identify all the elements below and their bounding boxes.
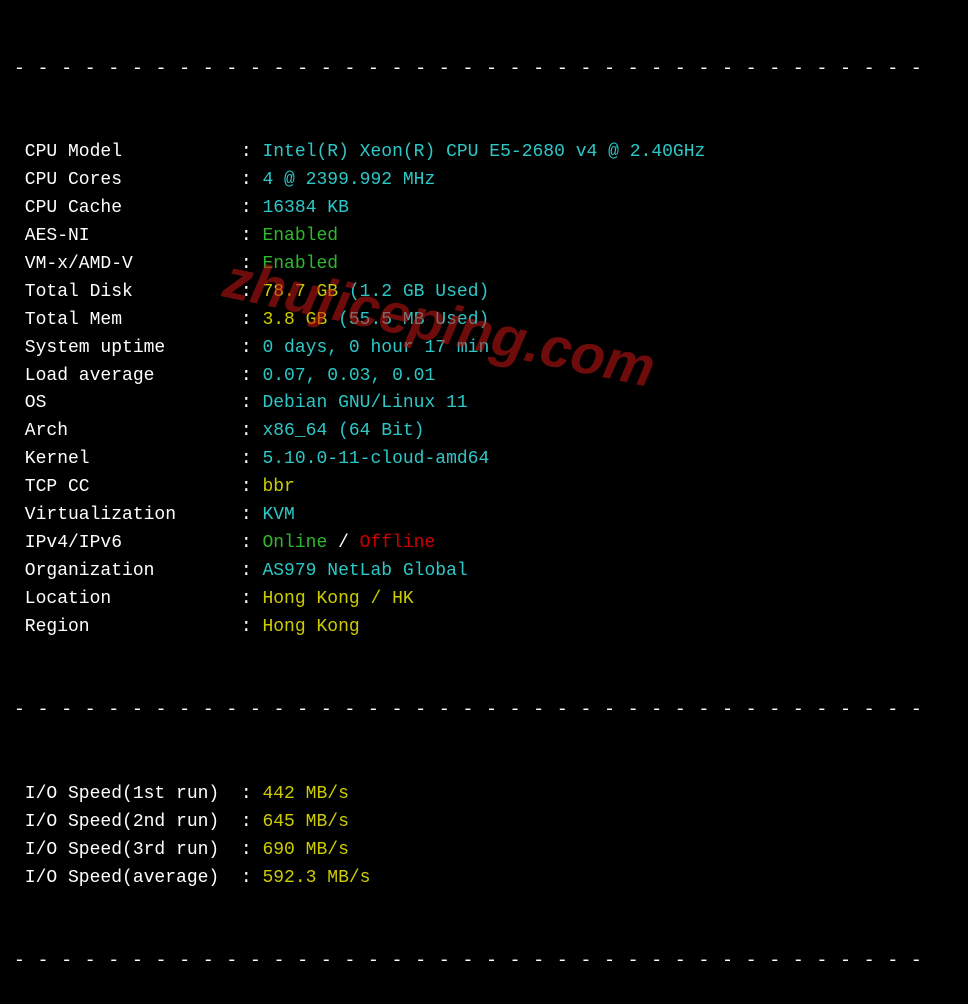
info-row: CPU Model : Intel(R) Xeon(R) CPU E5-2680… [14, 139, 954, 167]
colon-separator: : [241, 868, 263, 888]
info-row: Total Disk : 78.7 GB (1.2 GB Used) [14, 279, 954, 307]
info-row: I/O Speed(2nd run) : 645 MB/s [14, 809, 954, 837]
colon-separator: : [241, 366, 263, 386]
info-row: Region : Hong Kong [14, 614, 954, 642]
row-label: I/O Speed(2nd run) [14, 812, 241, 832]
row-value: Intel(R) Xeon(R) CPU E5-2680 v4 @ 2.40GH… [262, 142, 705, 162]
row-value: KVM [262, 505, 294, 525]
info-row: Kernel : 5.10.0-11-cloud-amd64 [14, 446, 954, 474]
row-label: I/O Speed(average) [14, 868, 241, 888]
colon-separator: : [241, 812, 263, 832]
row-label: Organization [14, 561, 241, 581]
colon-separator: : [241, 338, 263, 358]
row-label: Kernel [14, 449, 241, 469]
row-value: 0 days, 0 hour 17 min [262, 338, 489, 358]
colon-separator: : [241, 310, 263, 330]
row-value: 645 MB/s [262, 812, 348, 832]
info-row: CPU Cores : 4 @ 2399.992 MHz [14, 167, 954, 195]
row-value: 592.3 MB/s [262, 868, 370, 888]
colon-separator: : [241, 589, 263, 609]
row-label: I/O Speed(1st run) [14, 784, 241, 804]
info-row: Total Mem : 3.8 GB (55.5 MB Used) [14, 307, 954, 335]
row-value: Hong Kong [262, 617, 359, 637]
row-value: bbr [262, 477, 294, 497]
row-value: (55.5 MB Used) [338, 310, 489, 330]
row-value: 690 MB/s [262, 840, 348, 860]
system-info-block: CPU Model : Intel(R) Xeon(R) CPU E5-2680… [14, 139, 954, 641]
row-label: VM-x/AMD-V [14, 254, 241, 274]
colon-separator: : [241, 784, 263, 804]
row-value: Offline [360, 533, 436, 553]
info-row: I/O Speed(1st run) : 442 MB/s [14, 781, 954, 809]
row-label: Load average [14, 366, 241, 386]
info-row: CPU Cache : 16384 KB [14, 195, 954, 223]
row-value: 16384 KB [262, 198, 348, 218]
info-row: Arch : x86_64 (64 Bit) [14, 418, 954, 446]
colon-separator: : [241, 477, 263, 497]
row-value: 5.10.0-11-cloud-amd64 [262, 449, 489, 469]
colon-separator: : [241, 533, 263, 553]
row-value: Hong Kong / HK [262, 589, 413, 609]
row-value: 0.07, 0.03, 0.01 [262, 366, 435, 386]
info-row: Organization : AS979 NetLab Global [14, 558, 954, 586]
info-row: Virtualization : KVM [14, 502, 954, 530]
colon-separator: : [241, 254, 263, 274]
colon-separator: : [241, 170, 263, 190]
info-row: TCP CC : bbr [14, 474, 954, 502]
colon-separator: : [241, 421, 263, 441]
terminal-output: - - - - - - - - - - - - - - - - - - - - … [0, 0, 968, 1004]
row-label: IPv4/IPv6 [14, 533, 241, 553]
info-row: OS : Debian GNU/Linux 11 [14, 390, 954, 418]
io-speed-block: I/O Speed(1st run) : 442 MB/s I/O Speed(… [14, 781, 954, 893]
colon-separator: : [241, 561, 263, 581]
row-label: CPU Cores [14, 170, 241, 190]
row-value: Enabled [262, 254, 338, 274]
info-row: System uptime : 0 days, 0 hour 17 min [14, 335, 954, 363]
row-label: Location [14, 589, 241, 609]
row-label: CPU Model [14, 142, 241, 162]
row-value: 442 MB/s [262, 784, 348, 804]
row-value: x86_64 (64 Bit) [262, 421, 424, 441]
colon-separator: : [241, 840, 263, 860]
info-row: Location : Hong Kong / HK [14, 586, 954, 614]
divider-mid: - - - - - - - - - - - - - - - - - - - - … [14, 697, 954, 725]
row-label: Total Mem [14, 310, 241, 330]
colon-separator: : [241, 198, 263, 218]
colon-separator: : [241, 226, 263, 246]
info-row: IPv4/IPv6 : Online / Offline [14, 530, 954, 558]
row-label: System uptime [14, 338, 241, 358]
row-value: 3.8 GB [262, 310, 338, 330]
info-row: I/O Speed(average) : 592.3 MB/s [14, 865, 954, 893]
info-row: Load average : 0.07, 0.03, 0.01 [14, 363, 954, 391]
colon-separator: : [241, 617, 263, 637]
row-value: Enabled [262, 226, 338, 246]
colon-separator: : [241, 449, 263, 469]
info-row: I/O Speed(3rd run) : 690 MB/s [14, 837, 954, 865]
row-value: (1.2 GB Used) [349, 282, 489, 302]
divider-bottom: - - - - - - - - - - - - - - - - - - - - … [14, 948, 954, 976]
row-label: CPU Cache [14, 198, 241, 218]
row-value: Debian GNU/Linux 11 [262, 393, 467, 413]
colon-separator: : [241, 505, 263, 525]
info-row: VM-x/AMD-V : Enabled [14, 251, 954, 279]
row-label: OS [14, 393, 241, 413]
row-label: I/O Speed(3rd run) [14, 840, 241, 860]
row-label: Region [14, 617, 241, 637]
row-label: Total Disk [14, 282, 241, 302]
colon-separator: : [241, 142, 263, 162]
colon-separator: : [241, 393, 263, 413]
row-label: Arch [14, 421, 241, 441]
row-label: AES-NI [14, 226, 241, 246]
row-label: TCP CC [14, 477, 241, 497]
row-value: 78.7 GB [262, 282, 348, 302]
row-value: AS979 NetLab Global [262, 561, 467, 581]
row-value: Online [262, 533, 327, 553]
row-label: Virtualization [14, 505, 241, 525]
colon-separator: : [241, 282, 263, 302]
row-value: / [327, 533, 359, 553]
divider-top: - - - - - - - - - - - - - - - - - - - - … [14, 56, 954, 84]
info-row: AES-NI : Enabled [14, 223, 954, 251]
row-value: 4 @ 2399.992 MHz [262, 170, 435, 190]
